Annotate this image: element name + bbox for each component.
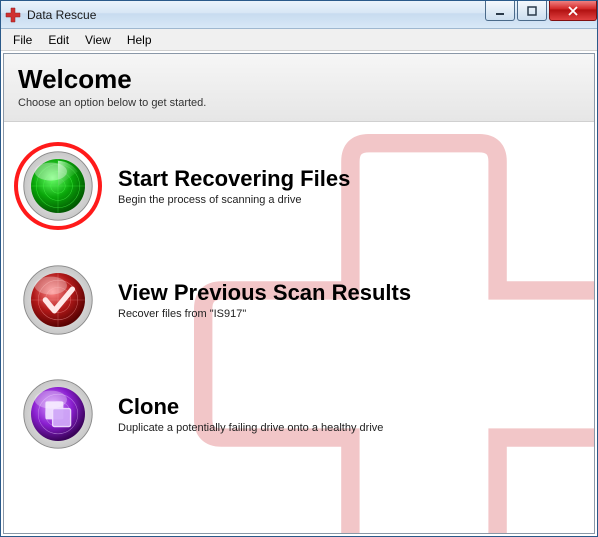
check-red-icon — [20, 262, 96, 338]
option-start-recovering[interactable]: Start Recovering Files Begin the process… — [14, 140, 584, 232]
option-title: View Previous Scan Results — [118, 280, 411, 306]
option-desc: Begin the process of scanning a drive — [118, 194, 350, 206]
maximize-button[interactable] — [517, 1, 547, 21]
option-desc: Recover files from "IS917" — [118, 308, 411, 320]
app-icon — [5, 7, 21, 23]
option-title: Clone — [118, 394, 383, 420]
page-title: Welcome — [18, 64, 580, 95]
menu-file[interactable]: File — [5, 31, 40, 49]
clone-purple-icon — [20, 376, 96, 452]
option-view-previous[interactable]: View Previous Scan Results Recover files… — [14, 254, 584, 346]
app-window: Data Rescue File Edit View Help Welcome — [0, 0, 598, 537]
radar-green-icon — [20, 148, 96, 224]
menu-edit[interactable]: Edit — [40, 31, 77, 49]
highlight-ring-icon — [14, 142, 102, 230]
close-button[interactable] — [549, 1, 597, 21]
option-desc: Duplicate a potentially failing drive on… — [118, 422, 383, 434]
page-subtitle: Choose an option below to get started. — [18, 97, 580, 109]
menubar: File Edit View Help — [1, 29, 597, 51]
options-list: Start Recovering Files Begin the process… — [4, 122, 594, 500]
content-panel: Welcome Choose an option below to get st… — [3, 53, 595, 534]
minimize-button[interactable] — [485, 1, 515, 21]
window-controls — [483, 1, 597, 21]
option-clone[interactable]: Clone Duplicate a potentially failing dr… — [14, 368, 584, 460]
welcome-header: Welcome Choose an option below to get st… — [4, 54, 594, 122]
option-title: Start Recovering Files — [118, 166, 350, 192]
titlebar[interactable]: Data Rescue — [1, 1, 597, 29]
menu-view[interactable]: View — [77, 31, 119, 49]
window-title: Data Rescue — [27, 8, 96, 22]
menu-help[interactable]: Help — [119, 31, 160, 49]
